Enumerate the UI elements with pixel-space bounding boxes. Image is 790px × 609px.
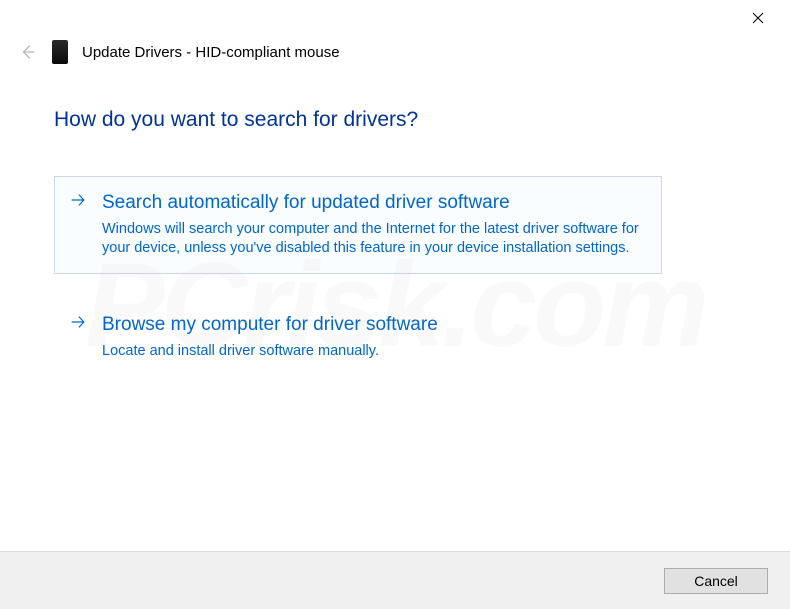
close-button[interactable] (738, 4, 778, 32)
option-browse-computer[interactable]: Browse my computer for driver software L… (54, 298, 662, 376)
cancel-button[interactable]: Cancel (664, 568, 768, 594)
back-button (18, 42, 38, 62)
question-heading: How do you want to search for drivers? (54, 108, 736, 132)
dialog-footer: Cancel (0, 551, 790, 609)
back-arrow-icon (19, 43, 37, 61)
option-title: Browse my computer for driver software (102, 313, 643, 338)
dialog-header: Update Drivers - HID-compliant mouse (0, 36, 790, 64)
device-icon (52, 40, 68, 64)
arrow-right-icon (69, 313, 89, 338)
arrow-right-icon (69, 191, 89, 216)
option-title: Search automatically for updated driver … (102, 191, 643, 216)
titlebar (0, 0, 790, 36)
option-search-automatically[interactable]: Search automatically for updated driver … (54, 176, 662, 274)
option-body: Browse my computer for driver software L… (102, 313, 643, 361)
option-description: Windows will search your computer and th… (102, 220, 643, 259)
option-description: Locate and install driver software manua… (102, 342, 643, 362)
close-icon (752, 12, 764, 24)
dialog-title: Update Drivers - HID-compliant mouse (82, 44, 340, 61)
option-body: Search automatically for updated driver … (102, 191, 643, 259)
dialog-content: How do you want to search for drivers? S… (0, 64, 790, 376)
